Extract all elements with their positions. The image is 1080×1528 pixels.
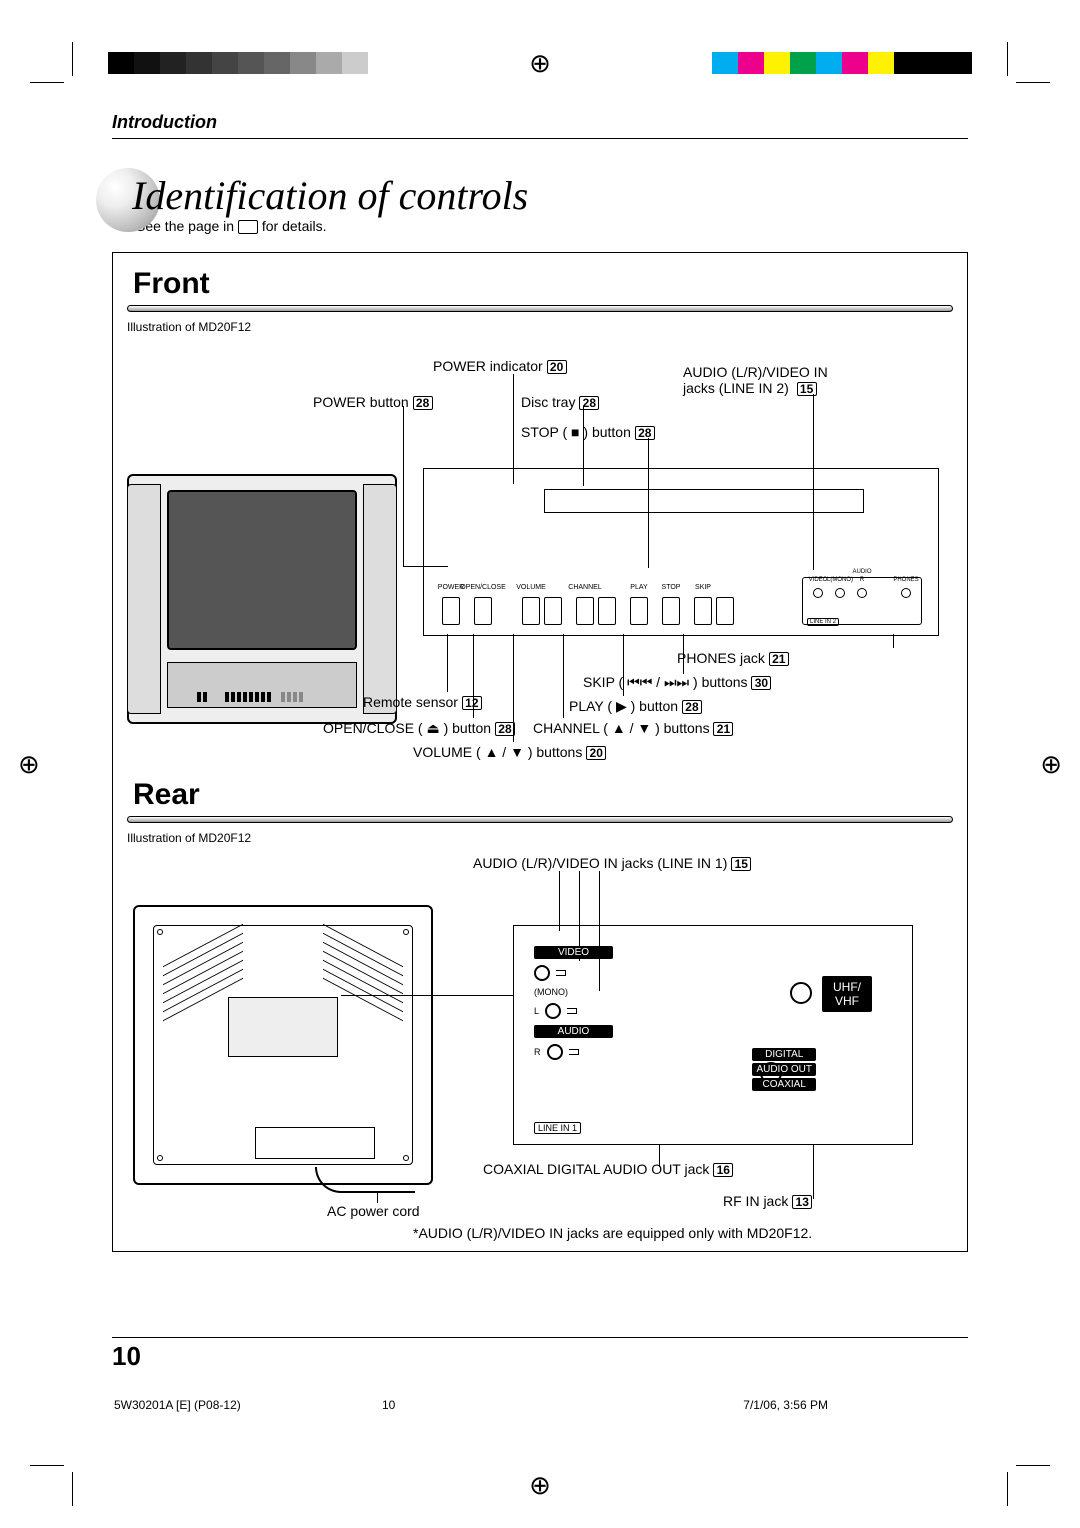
leader-line [559, 871, 560, 931]
callout-power-indicator: POWER indicator 20 [433, 358, 567, 374]
section-title-front: Front [133, 267, 953, 301]
tv-front-illustration [127, 474, 397, 724]
footer-page: 10 [382, 1398, 395, 1412]
footer-timestamp: 7/1/06, 3:56 PM [743, 1398, 828, 1412]
panel-volume-up [544, 597, 562, 625]
rear-coax-label: DIGITALAUDIO OUTCOAXIAL [752, 1046, 816, 1091]
registration-mark-icon: ⊕ [529, 50, 551, 76]
audio-l-jack: L(MONO) [835, 588, 845, 598]
rear-uhf-vhf-label: UHF/VHF [822, 976, 872, 1012]
phones-jack: PHONES [901, 588, 911, 598]
leader-line [377, 1191, 378, 1203]
leader-line [473, 634, 474, 718]
panel-channel-up [598, 597, 616, 625]
front-panel-button-row: POWER OPEN/CLOSE VOLUME CHANNEL PLAY [442, 575, 922, 625]
panel-skip-next [716, 597, 734, 625]
leader-line [403, 406, 404, 566]
page-ref-placeholder [238, 220, 258, 234]
line-in-2-label: LINE IN 2 [807, 618, 839, 626]
callout-phones: PHONES jack 21 [677, 650, 789, 666]
divider [127, 305, 953, 312]
rear-audio-label: AUDIO [534, 1025, 613, 1038]
callout-stop: STOP ( ■ ) button 28 [521, 424, 655, 440]
callout-av-in: AUDIO (L/R)/VIDEO INjacks (LINE IN 2) 15 [683, 364, 828, 396]
registration-mark-icon: ⊕ [1040, 751, 1062, 777]
section-header-front: Front [127, 267, 953, 312]
callout-volume: VOLUME ( ▲ / ▼ ) buttons 20 [413, 744, 606, 760]
crop-mark [72, 1472, 73, 1506]
crop-mark [30, 82, 64, 83]
illustration-note-front: Illustration of MD20F12 [127, 320, 967, 334]
callout-skip: SKIP ( ⏮⏮ / ⏭⏭ ) buttons 30 [583, 674, 771, 691]
panel-openclose-button: OPEN/CLOSE [474, 597, 492, 625]
registration-mark-icon: ⊕ [18, 751, 40, 777]
leader-line [341, 995, 513, 996]
page-trim-area: Introduction Identification of controls … [72, 82, 1008, 1446]
panel-stop: STOP [662, 597, 680, 625]
see-reference-line: See the page in for details. [136, 218, 326, 234]
panel-play: PLAY [630, 597, 648, 625]
footnote: *AUDIO (L/R)/VIDEO IN jacks are equipped… [413, 1225, 812, 1241]
see-suffix: for details. [258, 218, 326, 234]
leader-line [683, 634, 684, 674]
callout-play: PLAY ( ▶ ) button 28 [569, 698, 702, 715]
panel-volume-down: VOLUME [522, 597, 540, 625]
callout-av-in-rear: AUDIO (L/R)/VIDEO IN jacks (LINE IN 1) 1… [473, 855, 751, 871]
rear-audio-l-jack [545, 1003, 561, 1019]
front-panel-illustration: POWER OPEN/CLOSE VOLUME CHANNEL PLAY [423, 468, 939, 636]
divider [112, 138, 968, 139]
rear-mono-label: (MONO) [534, 987, 613, 997]
leader-line [623, 634, 624, 696]
leader-line [513, 634, 514, 742]
video-jack: VIDEO [813, 588, 823, 598]
rear-audio-r-jack [547, 1044, 563, 1060]
rear-video-jack [534, 965, 550, 981]
section-header-rear: Rear [127, 778, 953, 823]
illustration-note-rear: Illustration of MD20F12 [127, 831, 967, 845]
page-sheet: ⊕ ⊕ ⊕ ⊕ Introduction Identification of c… [0, 0, 1080, 1528]
callout-remote: Remote sensor 12 [363, 694, 482, 710]
rear-panel-illustration: VIDEO (MONO) L AUDIO R LINE IN 1 UHF/VHF… [513, 925, 913, 1145]
panel-power-button: POWER [442, 597, 460, 625]
crop-mark [1007, 42, 1008, 76]
crop-mark [1016, 82, 1050, 83]
callout-channel: CHANNEL ( ▲ / ▼ ) buttons 21 [533, 720, 733, 736]
section-title-rear: Rear [133, 778, 953, 812]
callout-power-button: POWER button 28 [313, 394, 433, 410]
audio-r-jack: AUDIOR [857, 588, 867, 598]
callout-disc-tray: Disc tray 28 [521, 394, 599, 410]
crop-mark [30, 1465, 64, 1466]
rear-linein1-label: LINE IN 1 [534, 1122, 581, 1134]
disc-tray-slot [544, 489, 864, 513]
running-header: Introduction [112, 112, 217, 133]
registration-mark-icon: ⊕ [529, 1472, 551, 1498]
rear-video-label: VIDEO [534, 946, 613, 959]
main-content-box: Front Illustration of MD20F12 POWER indi… [112, 252, 968, 1252]
footer-doc-id: 5W30201A [E] (P08-12) [114, 1398, 241, 1412]
panel-channel-down: CHANNEL [576, 597, 594, 625]
leader-line [447, 634, 448, 692]
callout-rf: RF IN jack 13 [723, 1193, 812, 1209]
rear-av-group: VIDEO (MONO) L AUDIO R [534, 946, 614, 1106]
leader-line [563, 634, 564, 718]
callout-coax: COAXIAL DIGITAL AUDIO OUT jack 16 [483, 1161, 733, 1177]
crop-mark [72, 42, 73, 76]
tv-rear-illustration [133, 905, 433, 1185]
page-title: Identification of controls [132, 172, 528, 219]
page-number: 10 [112, 1341, 141, 1372]
ac-power-cord [315, 1167, 415, 1193]
panel-skip-prev: SKIP [694, 597, 712, 625]
front-jacks-box: VIDEO L(MONO) AUDIOR PHONES LINE IN 2 [802, 577, 922, 625]
divider [112, 1337, 968, 1338]
leader-line [813, 1145, 814, 1199]
rf-in-jack [790, 982, 812, 1004]
divider [127, 816, 953, 823]
callout-ac-cord: AC power cord [327, 1203, 420, 1219]
crop-mark [1016, 1465, 1050, 1466]
rear-diagram: AUDIO (L/R)/VIDEO IN jacks (LINE IN 1) 1… [113, 845, 967, 1265]
crop-mark [1007, 1472, 1008, 1506]
front-diagram: POWER indicator 20 AUDIO (L/R)/VIDEO INj… [113, 334, 967, 764]
callout-openclose: OPEN/CLOSE ( ⏏ ) button 28 [323, 720, 515, 737]
leader-line [893, 634, 894, 648]
